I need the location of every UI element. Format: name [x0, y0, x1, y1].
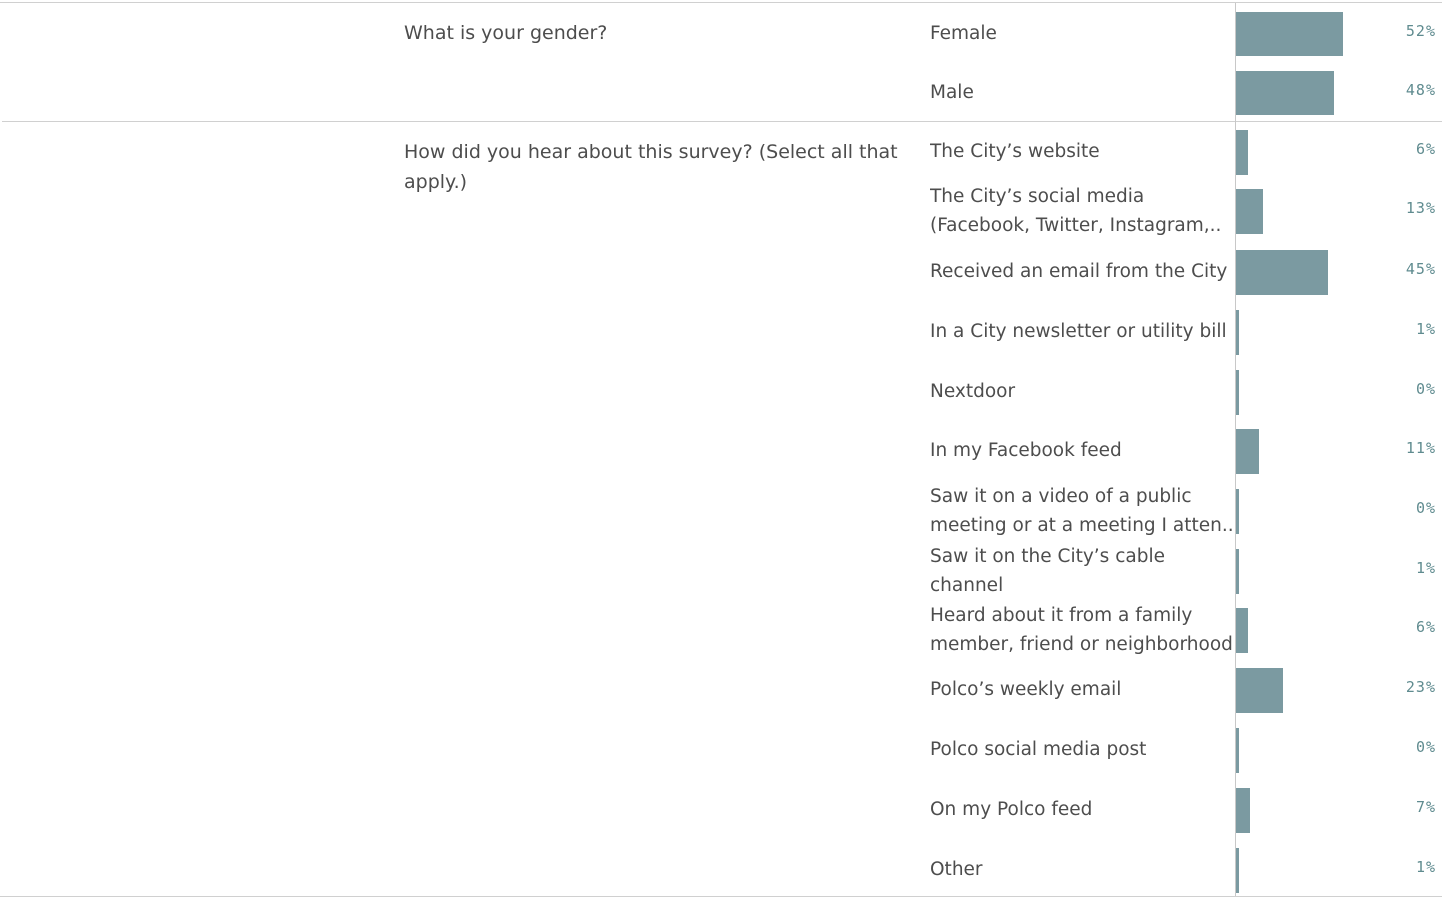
percent-label: 45% — [1405, 260, 1436, 278]
answer-bar — [1236, 71, 1335, 115]
answer-bar — [1236, 369, 1239, 415]
percent-label: 13% — [1405, 199, 1436, 217]
answer-label: In my Facebook feed — [930, 440, 1122, 462]
percent-label: 1% — [1415, 858, 1436, 876]
answer-bar — [1236, 249, 1329, 295]
percent-label: 11% — [1405, 439, 1436, 457]
percent-label: 7% — [1415, 798, 1436, 816]
answer-label: Saw it on the City’s cable channel — [930, 545, 1165, 597]
question-gender: What is your gender? — [404, 22, 608, 44]
answer-label: Female — [930, 23, 997, 45]
answer-label: On my Polco feed — [930, 799, 1093, 821]
answer-bar — [1236, 129, 1249, 175]
answer-bar — [1236, 548, 1239, 594]
percent-label: 6% — [1415, 618, 1436, 636]
answer-bar — [1236, 667, 1284, 713]
answer-label: Nextdoor — [930, 381, 1016, 403]
answer-bar — [1236, 428, 1259, 474]
answer-label: Received an email from the City — [930, 261, 1228, 283]
answer-label: Polco’s weekly email — [930, 679, 1122, 701]
answer-bar — [1236, 607, 1249, 653]
answer-bar — [1236, 12, 1343, 56]
answer-label: The City’s social media (Facebook, Twitt… — [930, 185, 1222, 237]
answer-bar — [1236, 309, 1239, 355]
percent-label: 52% — [1405, 22, 1436, 40]
percent-label: 0% — [1415, 380, 1436, 398]
percent-label: 23% — [1405, 678, 1436, 696]
answer-bar — [1236, 847, 1239, 893]
percent-label: 0% — [1415, 738, 1436, 756]
question-hear-about-survey: How did you hear about this survey? (Sel… — [404, 141, 898, 193]
percent-label: 1% — [1415, 320, 1436, 338]
percent-label: 6% — [1415, 140, 1436, 158]
answer-label: Other — [930, 859, 983, 881]
answer-label: Male — [930, 82, 974, 104]
answer-label: Polco social media post — [930, 739, 1147, 761]
answer-bar — [1236, 188, 1263, 234]
answer-label: Heard about it from a family member, fri… — [930, 604, 1233, 656]
percent-label: 1% — [1415, 559, 1436, 577]
answer-label: Saw it on a video of a public meeting or… — [930, 485, 1234, 537]
answer-bar — [1236, 488, 1239, 534]
answer-bar — [1236, 787, 1251, 833]
answer-bar — [1236, 727, 1239, 773]
answer-label: The City’s website — [930, 141, 1100, 163]
percent-label: 0% — [1415, 499, 1436, 517]
percent-label: 48% — [1405, 81, 1436, 99]
top-divider — [0, 2, 1442, 3]
answer-label: In a City newsletter or utility bill — [930, 321, 1227, 343]
